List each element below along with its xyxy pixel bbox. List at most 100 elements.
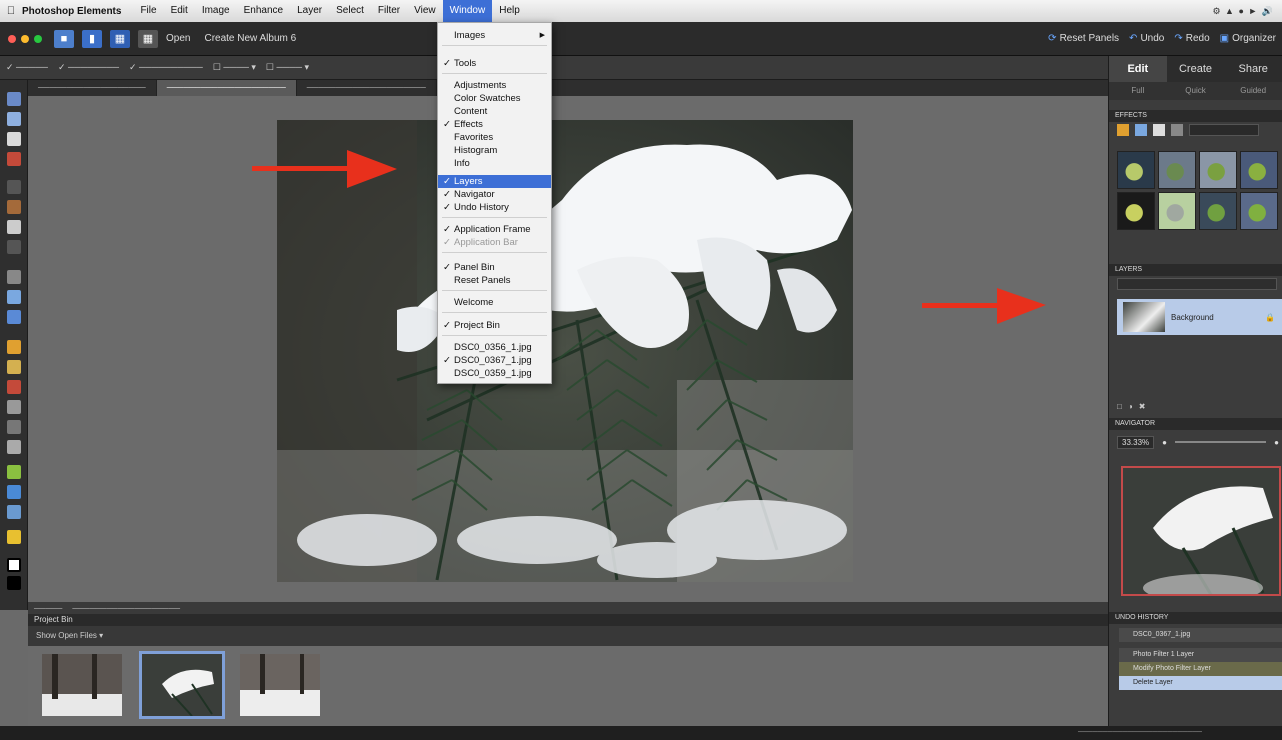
new-layer-icon[interactable]: □ xyxy=(1117,402,1122,414)
option-checkbox-2[interactable]: ✓ ──────── xyxy=(58,62,119,73)
menu-file[interactable]: File xyxy=(133,0,163,22)
tab-create[interactable]: Create xyxy=(1167,56,1225,82)
delete-layer-icon[interactable]: ✖ xyxy=(1139,402,1146,414)
effect-thumbnail[interactable] xyxy=(1117,192,1155,230)
menu-help[interactable]: Help xyxy=(492,0,527,22)
all-effects-icon[interactable] xyxy=(1171,124,1183,136)
bin-toolbar-item[interactable]: ─────────────────── xyxy=(72,604,180,613)
minimize-window-icon[interactable] xyxy=(21,34,29,43)
menu-item-color-swatches[interactable]: Color Swatches xyxy=(438,92,551,105)
bin-thumbnail-2[interactable] xyxy=(139,651,225,719)
menu-select[interactable]: Select xyxy=(329,0,371,22)
menu-layer[interactable]: Layer xyxy=(290,0,329,22)
clone-stamp-tool-icon[interactable] xyxy=(7,360,21,374)
history-item[interactable]: Modify Photo Filter Layer xyxy=(1119,662,1282,676)
eyedropper-tool-icon[interactable] xyxy=(7,152,21,166)
layer-row-background[interactable]: Background 🔒 xyxy=(1117,299,1282,335)
crop-tool-icon[interactable] xyxy=(7,290,21,304)
sponge-tool-icon[interactable] xyxy=(7,485,21,499)
zoom-out-icon[interactable]: ● xyxy=(1162,438,1167,447)
type-tool-icon[interactable] xyxy=(7,270,21,284)
menu-item-content[interactable]: Content xyxy=(438,105,551,118)
menu-item-favorites[interactable]: Favorites xyxy=(438,131,551,144)
history-item[interactable]: DSC0_0367_1.jpg xyxy=(1119,628,1282,642)
tab-share[interactable]: Share xyxy=(1224,56,1282,82)
create-album-button[interactable]: Create New Album 6 xyxy=(204,33,296,44)
home-icon[interactable]: ■ xyxy=(54,29,74,48)
document-tab-1[interactable]: ─────────────────── xyxy=(28,80,157,96)
info-icon[interactable]: ▮ xyxy=(82,29,102,48)
history-item[interactable]: Photo Filter 1 Layer xyxy=(1119,648,1282,662)
smudge-tool-icon[interactable] xyxy=(7,440,21,454)
menu-item-info[interactable]: Info xyxy=(438,157,551,170)
dodge-tool-icon[interactable] xyxy=(7,505,21,519)
zoom-in-icon[interactable]: ● xyxy=(1274,438,1279,447)
app-name[interactable]: Photoshop Elements xyxy=(22,6,121,17)
zoom-tool-icon[interactable] xyxy=(7,112,21,126)
effects-category-select[interactable] xyxy=(1189,124,1259,136)
menu-item-navigator[interactable]: ✓ Navigator xyxy=(438,188,551,201)
menu-item-images[interactable]: Images ▶ xyxy=(438,29,551,42)
menu-item-document-3[interactable]: DSC0_0359_1.jpg xyxy=(438,367,551,380)
tab-edit[interactable]: Edit xyxy=(1109,56,1167,82)
pencil-tool-icon[interactable] xyxy=(7,530,21,544)
hand-tool-icon[interactable] xyxy=(7,132,21,146)
menu-item-adjustments[interactable]: Adjustments xyxy=(438,79,551,92)
menu-item-undo-history[interactable]: ✓ Undo History xyxy=(438,201,551,214)
panel-icon[interactable]: ▦ xyxy=(110,29,130,48)
menu-edit[interactable]: Edit xyxy=(164,0,195,22)
healing-tool-icon[interactable] xyxy=(7,340,21,354)
open-button[interactable]: Open xyxy=(166,33,190,44)
move-tool-icon[interactable] xyxy=(7,92,21,106)
organizer-button[interactable]: ▣ Organizer xyxy=(1220,33,1276,44)
menu-item-layers[interactable]: ✓ Layers xyxy=(438,175,551,188)
effect-thumbnail[interactable] xyxy=(1199,151,1237,189)
menu-item-panel-bin[interactable]: ✓ Panel Bin xyxy=(438,261,551,274)
effect-thumbnail[interactable] xyxy=(1240,151,1278,189)
menu-window[interactable]: Window xyxy=(442,0,493,22)
document-tab-2[interactable]: ───────────────────── xyxy=(156,80,297,96)
project-bin-show-select[interactable]: Show Open Files ▾ xyxy=(28,626,1108,646)
bin-toolbar-item[interactable]: ───── xyxy=(34,604,62,613)
color-swatch-icon[interactable] xyxy=(7,558,21,572)
apple-icon[interactable]:  xyxy=(0,5,22,17)
menu-item-document-2[interactable]: ✓ DSC0_0367_1.jpg xyxy=(438,354,551,367)
effect-thumbnail[interactable] xyxy=(1158,151,1196,189)
menu-item-welcome[interactable]: Welcome xyxy=(438,296,551,309)
selection-brush-tool-icon[interactable] xyxy=(7,240,21,254)
grid-icon[interactable]: ▦ xyxy=(138,29,158,48)
bin-thumbnail-3[interactable] xyxy=(240,654,320,716)
menu-item-application-frame[interactable]: ✓ Application Frame xyxy=(438,223,551,236)
zoom-slider[interactable] xyxy=(1174,441,1267,443)
document-tab-3[interactable]: ───────────────────── xyxy=(297,80,437,96)
magic-wand-tool-icon[interactable] xyxy=(7,220,21,234)
zoom-window-icon[interactable] xyxy=(34,34,42,43)
layer-styles-icon[interactable] xyxy=(1135,124,1147,136)
menu-item-document-1[interactable]: DSC0_0356_1.jpg xyxy=(438,341,551,354)
option-dropdown-2[interactable]: ☐ ──── ▾ xyxy=(266,62,309,73)
menu-item-project-bin[interactable]: ✓ Project Bin xyxy=(438,319,551,332)
menu-enhance[interactable]: Enhance xyxy=(237,0,290,22)
menu-item-histogram[interactable]: Histogram xyxy=(438,144,551,157)
effect-thumbnail[interactable] xyxy=(1117,151,1155,189)
zoom-field[interactable]: 33.33% xyxy=(1117,435,1155,449)
undo-button[interactable]: ↶ Undo xyxy=(1129,33,1164,44)
red-eye-tool-icon[interactable] xyxy=(7,310,21,324)
bin-thumbnail-1[interactable] xyxy=(42,654,122,716)
navigator-thumbnail[interactable] xyxy=(1121,466,1281,596)
redo-button[interactable]: ↷ Redo xyxy=(1174,33,1209,44)
menu-item-reset-panels[interactable]: Reset Panels xyxy=(438,274,551,287)
subtab-guided[interactable]: Guided xyxy=(1224,82,1282,100)
menu-view[interactable]: View xyxy=(407,0,443,22)
option-dropdown-1[interactable]: ☐ ──── ▾ xyxy=(213,62,256,73)
paint-bucket-tool-icon[interactable] xyxy=(7,420,21,434)
marquee-tool-icon[interactable] xyxy=(7,180,21,194)
subtab-quick[interactable]: Quick xyxy=(1167,82,1225,100)
eraser-tool-icon[interactable] xyxy=(7,380,21,394)
history-item-selected[interactable]: Delete Layer xyxy=(1119,676,1282,690)
adjustment-layer-icon[interactable]: ◑ xyxy=(1128,402,1133,414)
lasso-tool-icon[interactable] xyxy=(7,200,21,214)
option-checkbox-1[interactable]: ✓ ───── xyxy=(6,62,48,73)
subtab-full[interactable]: Full xyxy=(1109,82,1167,100)
option-checkbox-3[interactable]: ✓ ────────── xyxy=(129,62,203,73)
